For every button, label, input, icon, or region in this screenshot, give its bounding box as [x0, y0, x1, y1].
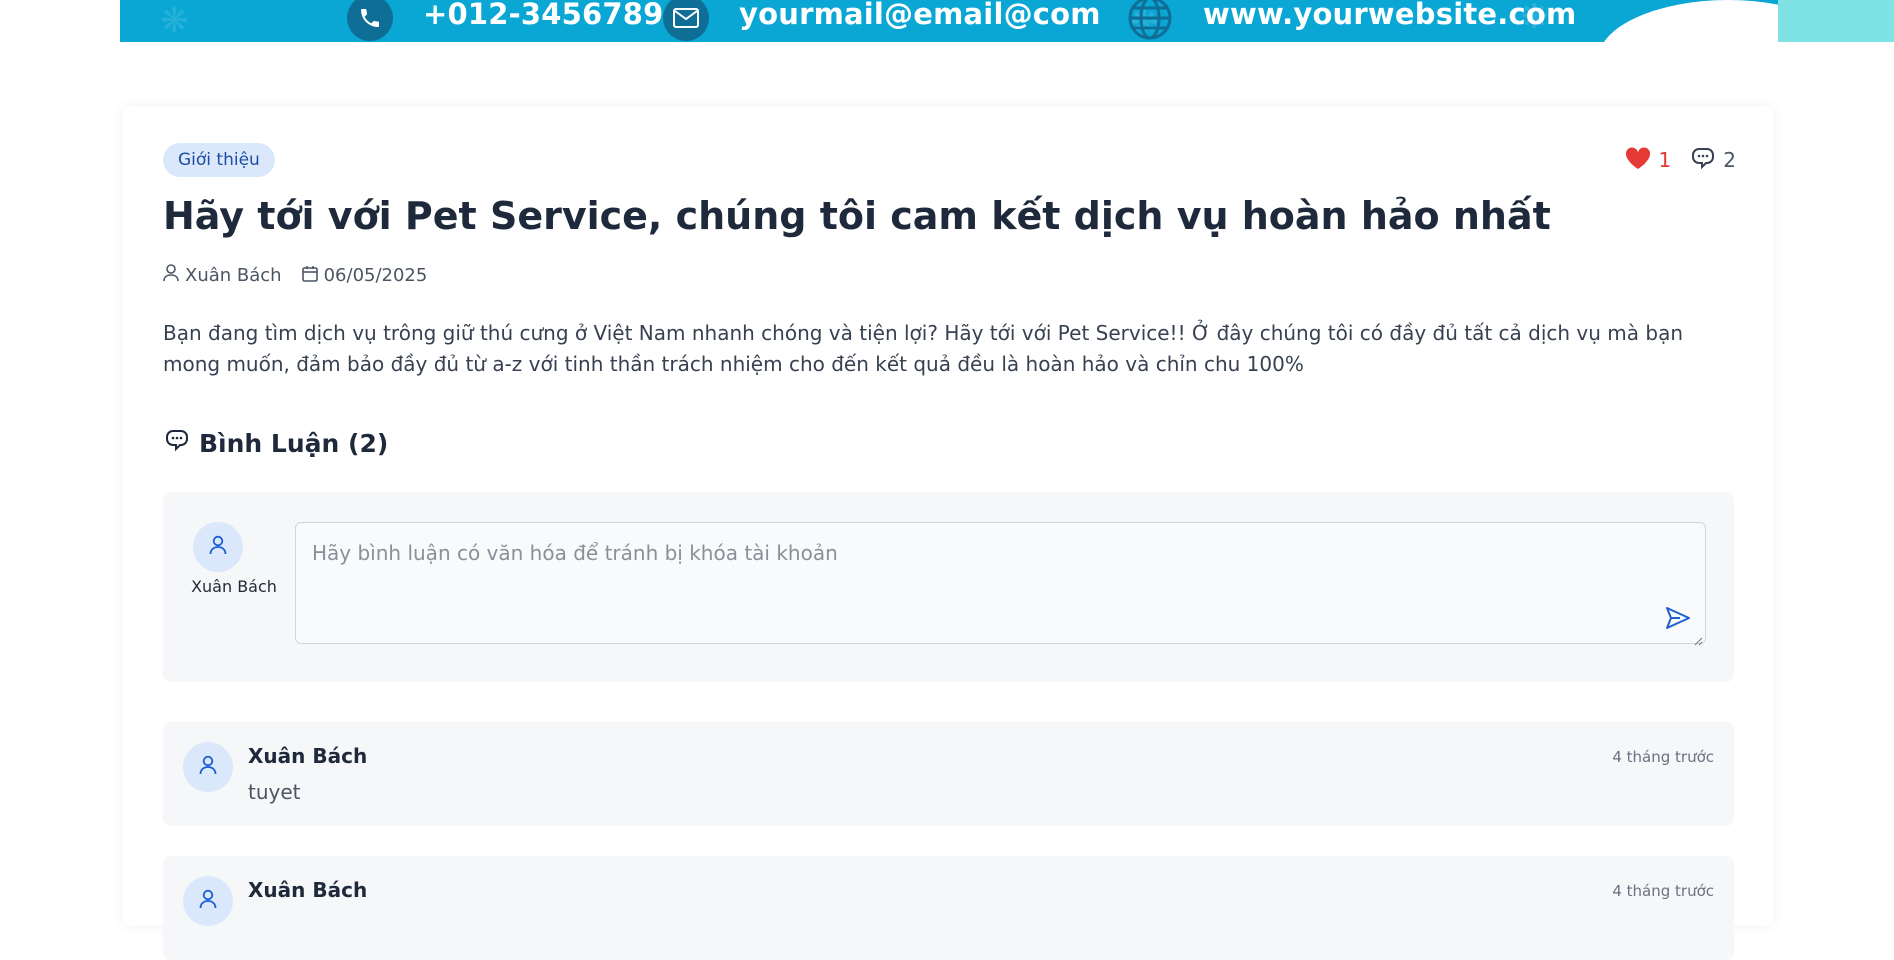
phone-number: +012-3456789	[423, 0, 664, 31]
comment-author: Xuân Bách	[248, 878, 368, 902]
comment-count-button[interactable]: 2	[1689, 146, 1736, 175]
comments-heading-text: Bình Luận (2)	[199, 428, 389, 458]
article-title: Hãy tới với Pet Service, chúng tôi cam k…	[163, 194, 1551, 238]
comment-count: 2	[1723, 148, 1736, 172]
comment-author: Xuân Bách	[248, 744, 368, 768]
chat-bubbles-icon	[1689, 146, 1715, 175]
send-button[interactable]	[1663, 605, 1693, 635]
contact-banner: ❋ ❋ ❋ ❋ +012-3456789 yourmail@email@com …	[120, 0, 1778, 42]
contact-phone[interactable]: +012-3456789	[347, 0, 664, 42]
comment-compose-box: Xuân Bách Hãy bình luận có văn hóa để tr…	[163, 492, 1734, 682]
comments-heading: Bình Luận (2)	[163, 428, 388, 458]
contact-email[interactable]: yourmail@email@com	[663, 0, 1101, 42]
heart-icon	[1625, 146, 1651, 175]
user-icon	[209, 535, 227, 559]
author: Xuân Bách	[163, 264, 282, 287]
date-text: 06/05/2025	[323, 265, 428, 286]
user-icon	[163, 264, 179, 287]
paw-decoration-icon: ❋	[160, 1, 189, 41]
send-icon	[1665, 606, 1691, 634]
article-stats: 1 2	[1625, 146, 1736, 174]
chat-bubbles-icon	[163, 428, 189, 458]
phone-icon	[347, 0, 393, 41]
category-badge[interactable]: Giới thiệu	[163, 143, 275, 177]
user-icon	[199, 889, 217, 913]
contact-website[interactable]: www.yourwebsite.com	[1127, 0, 1576, 42]
resize-handle[interactable]	[1693, 631, 1703, 646]
comment-time: 4 tháng trước	[1612, 748, 1714, 766]
comment-time: 4 tháng trước	[1612, 882, 1714, 900]
compose-user-name: Xuân Bách	[191, 577, 277, 596]
banner-curve	[1598, 0, 1778, 42]
like-count: 1	[1658, 148, 1672, 172]
globe-icon	[1127, 0, 1173, 41]
calendar-icon	[301, 265, 318, 287]
comment-item: Xuân Bách tuyet 4 tháng trước	[163, 722, 1734, 826]
article-meta: Xuân Bách 06/05/2025	[163, 264, 427, 287]
comment-placeholder: Hãy bình luận có văn hóa để tránh bị khó…	[312, 541, 838, 565]
banner-edge-strip	[1778, 0, 1894, 42]
website-url: www.yourwebsite.com	[1203, 0, 1577, 31]
author-name: Xuân Bách	[185, 265, 282, 286]
comment-textarea[interactable]: Hãy bình luận có văn hóa để tránh bị khó…	[295, 522, 1706, 646]
comment-item: Xuân Bách 4 tháng trước	[163, 856, 1734, 960]
email-address: yourmail@email@com	[739, 0, 1101, 31]
like-button[interactable]: 1	[1625, 146, 1672, 175]
user-icon	[199, 755, 217, 779]
avatar	[193, 522, 243, 572]
avatar	[183, 742, 233, 792]
comment-text: tuyet	[248, 780, 301, 804]
envelope-icon	[663, 0, 709, 41]
avatar	[183, 876, 233, 926]
article-body: Bạn đang tìm dịch vụ trông giữ thú cưng …	[163, 321, 1684, 376]
publish-date: 06/05/2025	[301, 265, 428, 287]
